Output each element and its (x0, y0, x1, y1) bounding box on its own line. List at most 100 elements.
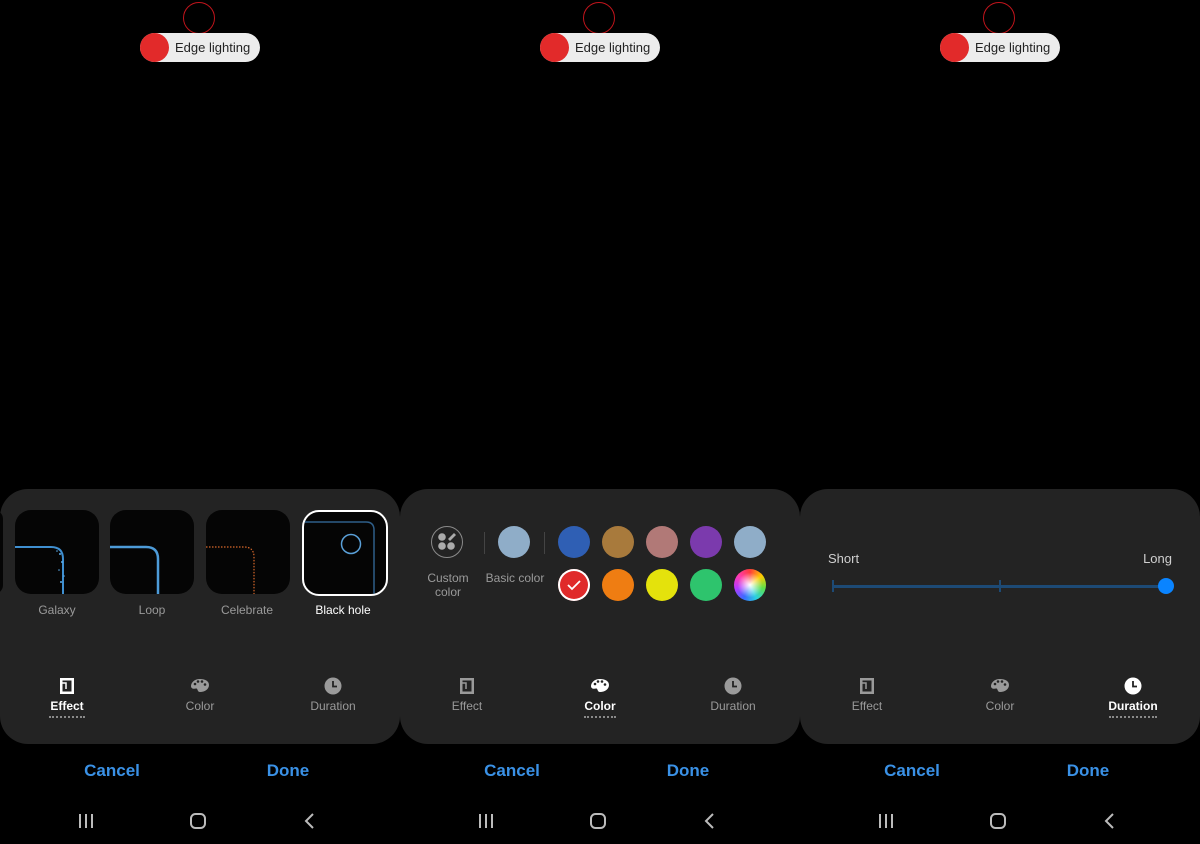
divider (544, 532, 545, 554)
effect-label: Galaxy (38, 603, 76, 617)
edge-lighting-preview-pill: Edge lighting (140, 33, 260, 62)
color-swatch-brown[interactable] (602, 526, 634, 558)
notification-dot (140, 33, 169, 62)
camera-cutout-ring (583, 2, 615, 34)
tab-bar: Effect Color Duration (400, 676, 800, 726)
done-button[interactable]: Done (1028, 758, 1148, 784)
effect-loop[interactable] (110, 510, 194, 594)
tab-label: Color (985, 699, 1015, 713)
recent-apps-icon[interactable] (466, 808, 506, 834)
tab-effect[interactable]: Effect (407, 676, 527, 726)
tab-label: Color (584, 699, 616, 713)
cancel-button[interactable]: Cancel (452, 758, 572, 784)
back-icon[interactable] (290, 808, 330, 834)
effect-celebrate[interactable] (206, 510, 290, 594)
custom-color-label-line2: color (434, 585, 461, 599)
back-icon[interactable] (690, 808, 730, 834)
screen-duration: Edge lighting Short Long Effect Color Du… (800, 0, 1200, 844)
duration-slider-thumb[interactable] (1158, 578, 1174, 594)
home-icon[interactable] (978, 808, 1018, 834)
preview-label: Edge lighting (175, 40, 251, 55)
effect-icon (860, 678, 874, 694)
custom-color-icon (438, 533, 456, 550)
done-button[interactable]: Done (228, 758, 348, 784)
tab-effect[interactable]: Effect (807, 676, 927, 726)
preview-label: Edge lighting (975, 40, 1051, 55)
tab-label: Color (185, 699, 215, 713)
custom-color-label-line1: Custom (427, 571, 469, 585)
tab-duration[interactable]: Duration (273, 676, 393, 726)
color-picker-wheel[interactable] (734, 569, 766, 601)
settings-panel: Short Long Effect Color Duration (800, 489, 1200, 744)
tab-bar: Effect Color Duration (800, 676, 1200, 726)
screen-color: Edge lighting Custom color Basic color E… (400, 0, 800, 844)
slider-min-label: Short (828, 551, 860, 566)
effect-label: Loop (138, 603, 166, 617)
recent-apps-icon[interactable] (866, 808, 906, 834)
custom-color-button[interactable] (431, 526, 463, 558)
effect-icon (460, 678, 474, 694)
color-swatch-green[interactable] (690, 569, 722, 601)
color-swatch-red-selected[interactable] (558, 569, 590, 601)
slider-tick (832, 580, 834, 592)
preview-label: Edge lighting (575, 40, 651, 55)
tab-color[interactable]: Color (940, 676, 1060, 726)
cancel-button[interactable]: Cancel (852, 758, 972, 784)
loop-preview-icon (110, 545, 160, 594)
notification-dot (940, 33, 969, 62)
tab-color[interactable]: Color (140, 676, 260, 726)
tab-label: Duration (710, 699, 756, 713)
home-icon[interactable] (578, 808, 618, 834)
back-icon[interactable] (1090, 808, 1130, 834)
screen-effect: Edge lighting Galaxy Loop Celebrate Blac… (0, 0, 400, 844)
tab-bar: Effect Color Duration (0, 676, 400, 726)
effect-black-hole[interactable] (302, 510, 388, 596)
color-swatch-blue[interactable] (558, 526, 590, 558)
color-swatch-light-blue[interactable] (734, 526, 766, 558)
home-icon[interactable] (178, 808, 218, 834)
tab-label: Duration (310, 699, 356, 713)
palette-icon (191, 679, 209, 692)
clock-icon (724, 677, 742, 695)
galaxy-preview-icon (15, 546, 65, 594)
recent-apps-icon[interactable] (66, 808, 106, 834)
tab-effect[interactable]: Effect (7, 676, 127, 726)
divider (484, 532, 485, 554)
done-button[interactable]: Done (628, 758, 748, 784)
edge-lighting-preview-pill: Edge lighting (940, 33, 1060, 62)
tab-label: Effect (851, 699, 883, 713)
effect-icon (60, 678, 74, 694)
active-tab-indicator (49, 716, 85, 718)
black-hole-preview-icon (304, 521, 375, 594)
cancel-button[interactable]: Cancel (52, 758, 172, 784)
active-tab-indicator (584, 716, 616, 718)
color-swatch-yellow[interactable] (646, 569, 678, 601)
tab-label: Duration (1108, 699, 1158, 713)
custom-color-label: Custom color (418, 571, 478, 599)
color-swatch-orange[interactable] (602, 569, 634, 601)
effect-label: Celebrate (220, 603, 274, 617)
active-tab-indicator (1109, 716, 1157, 718)
clock-icon (324, 677, 342, 695)
basic-color-swatch[interactable] (498, 526, 530, 558)
checkmark-icon (567, 580, 581, 591)
tab-duration[interactable]: Duration (1073, 676, 1193, 726)
effect-thumb-partial[interactable] (0, 510, 3, 594)
effect-label: Black hole (315, 603, 371, 617)
edge-lighting-preview-pill: Edge lighting (540, 33, 660, 62)
settings-panel: Galaxy Loop Celebrate Black hole Effect (0, 489, 400, 744)
camera-cutout-ring (983, 2, 1015, 34)
notification-dot (540, 33, 569, 62)
camera-cutout-ring (183, 2, 215, 34)
slider-tick (999, 580, 1001, 592)
tab-label: Effect (451, 699, 483, 713)
celebrate-preview-icon (206, 546, 255, 594)
tab-color[interactable]: Color (540, 676, 660, 726)
color-swatch-purple[interactable] (690, 526, 722, 558)
tab-duration[interactable]: Duration (673, 676, 793, 726)
palette-icon (991, 679, 1009, 692)
tab-label: Effect (50, 699, 84, 713)
effect-galaxy[interactable] (15, 510, 99, 594)
settings-panel: Custom color Basic color Effect Color Du… (400, 489, 800, 744)
color-swatch-rose[interactable] (646, 526, 678, 558)
